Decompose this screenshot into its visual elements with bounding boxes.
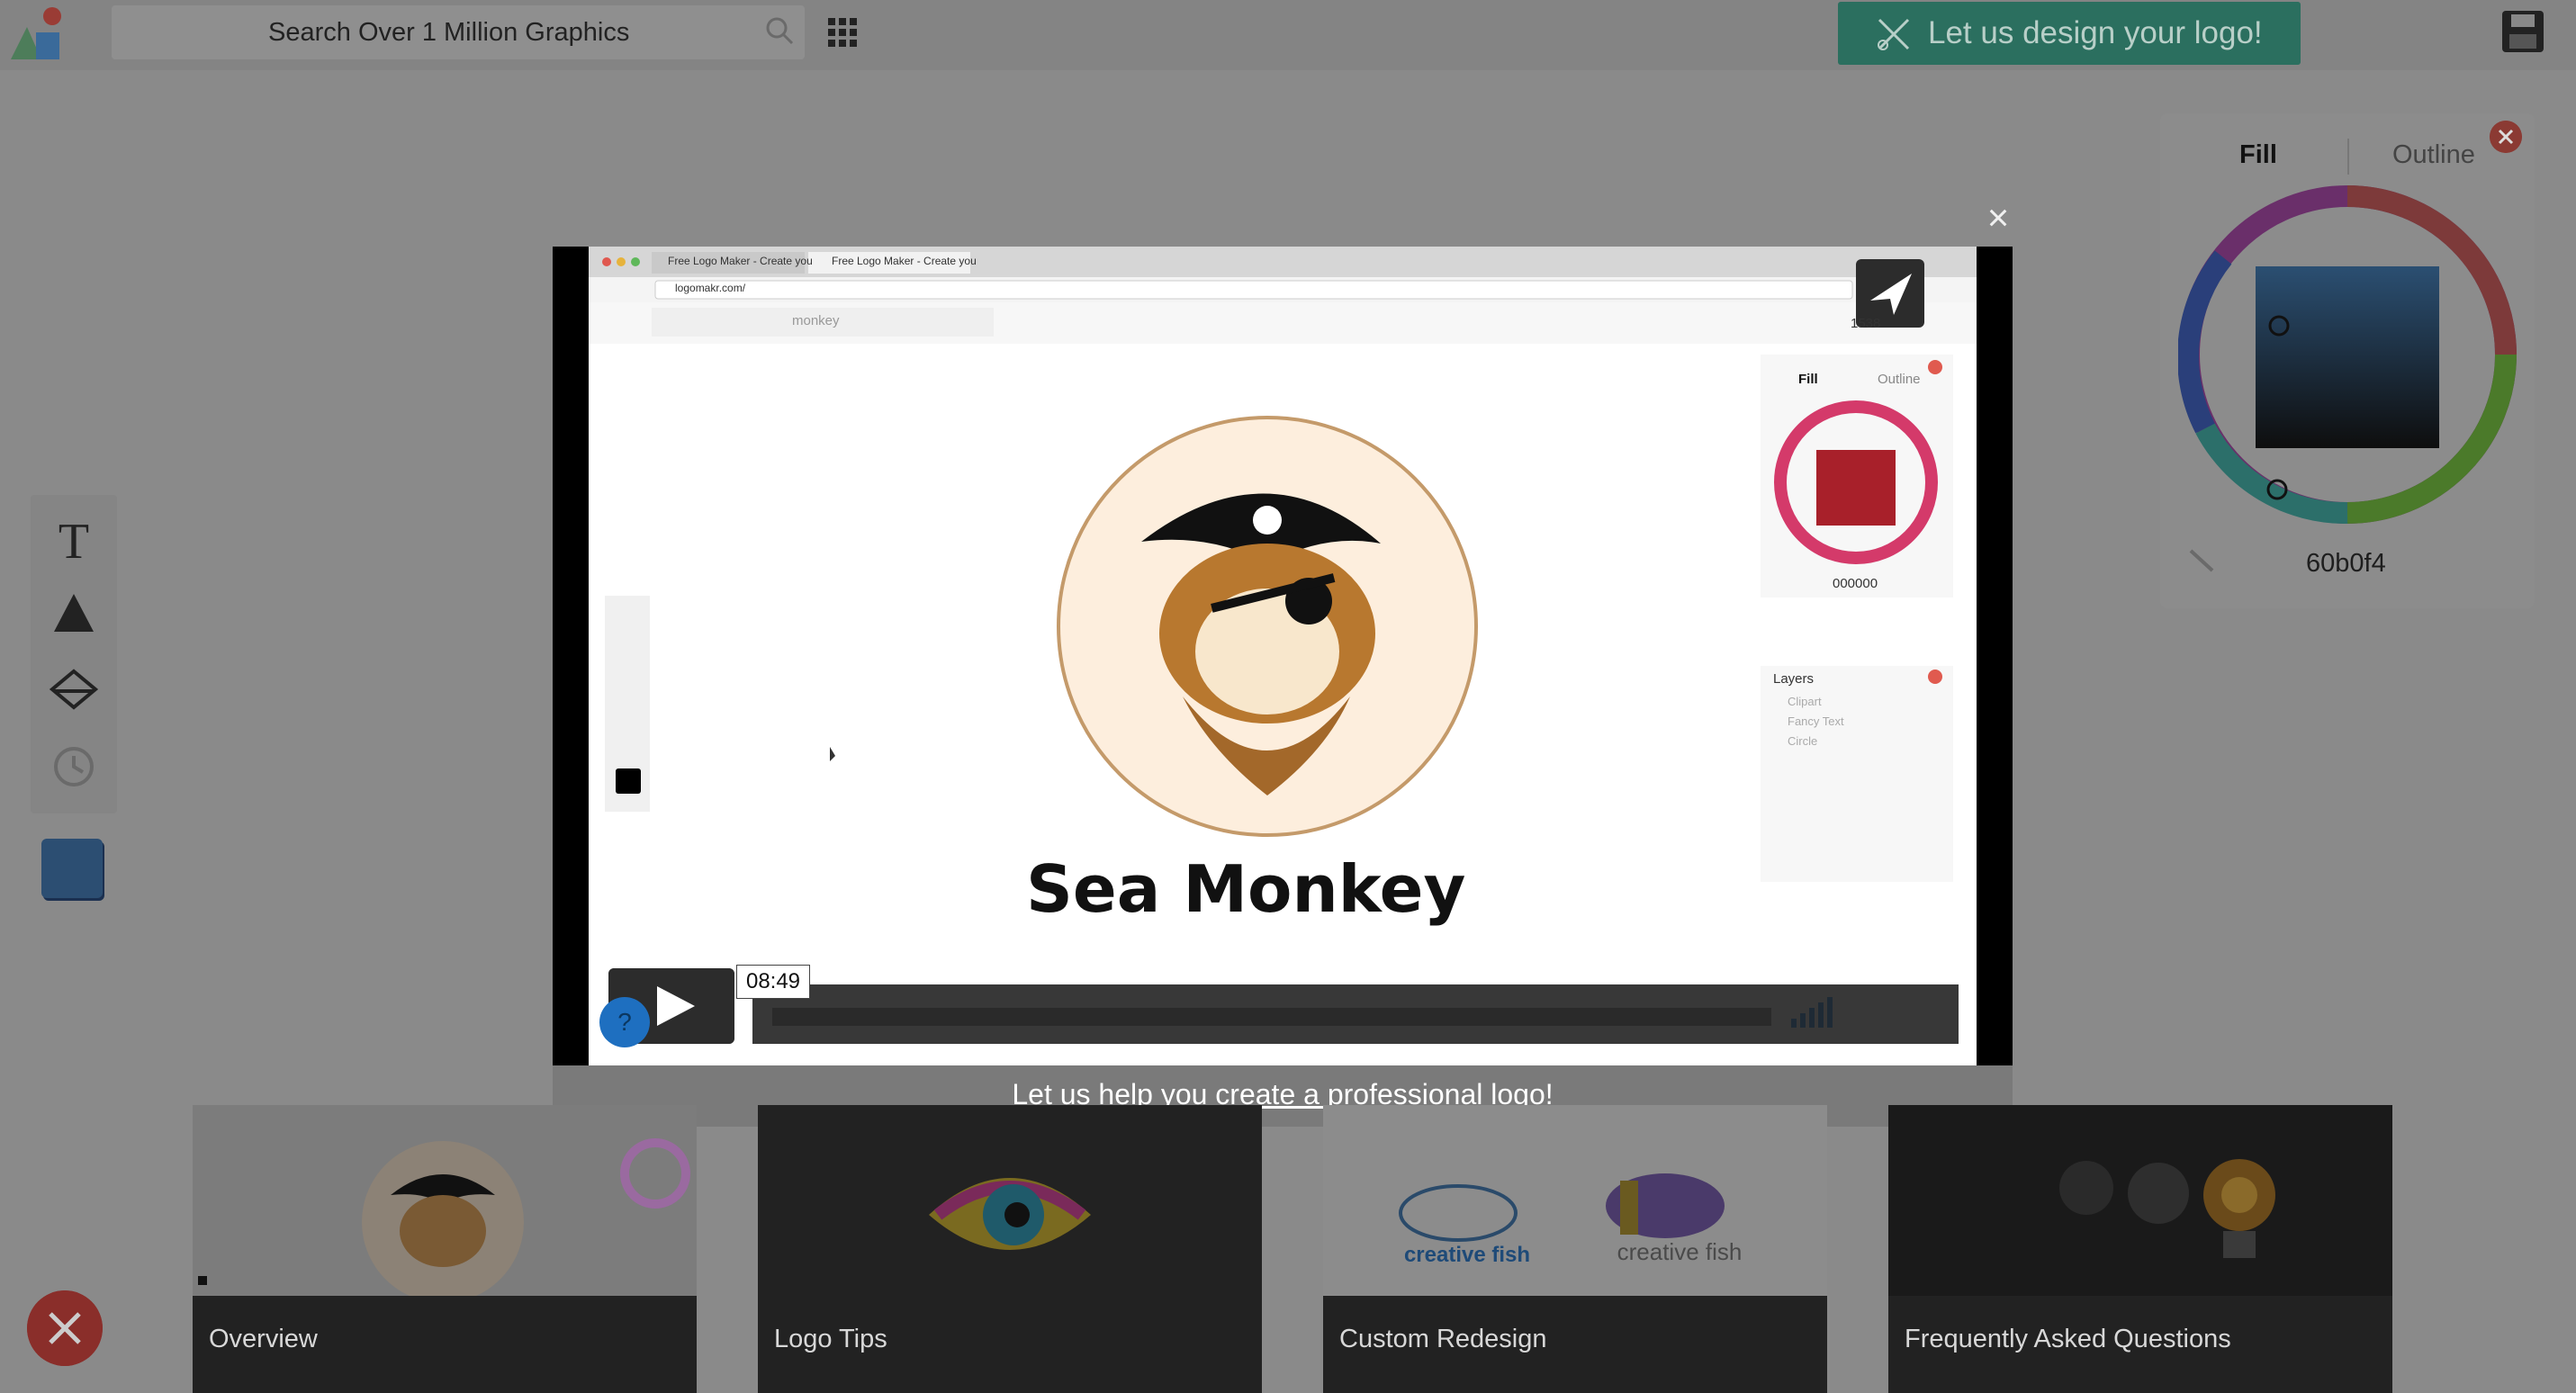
inner-hex: 000000 <box>1833 576 1878 591</box>
card-label: Frequently Asked Questions <box>1905 1325 2231 1353</box>
text-tool[interactable]: T <box>31 504 117 576</box>
eraser-tool-icon <box>49 669 99 710</box>
card-label: Overview <box>209 1325 318 1353</box>
search-input[interactable]: Search Over 1 Million Graphics <box>112 5 805 59</box>
grid-icon[interactable] <box>826 16 859 49</box>
logomakr-logo-icon[interactable] <box>9 5 81 63</box>
exit-close-icon[interactable] <box>27 1290 103 1366</box>
inner-layer-3: Circle <box>1788 734 1818 748</box>
card-faq[interactable]: Frequently Asked Questions <box>1888 1105 2392 1393</box>
overview-thumbnail <box>193 1105 697 1296</box>
search-icon[interactable] <box>763 14 796 47</box>
pencil-icon[interactable] <box>2187 545 2218 576</box>
color-wheel[interactable] <box>2178 185 2517 524</box>
video-content <box>589 247 1977 1028</box>
inner-search-value: monkey <box>792 313 840 328</box>
video-time: 08:49 <box>736 965 810 999</box>
faq-thumbnail <box>1888 1105 2392 1296</box>
color-swatch[interactable] <box>41 839 103 898</box>
inner-tab-1: Free Logo Maker - Create you <box>668 255 813 267</box>
inner-fill-tab: Fill <box>1798 372 1818 387</box>
tab-divider <box>2347 139 2349 175</box>
help-icon[interactable]: ? <box>599 997 650 1047</box>
scissors-icon <box>1878 18 1910 50</box>
hex-value[interactable]: 60b0f4 <box>2306 549 2386 579</box>
custom-redesign-thumbnail: creative fish creative fish <box>1323 1105 1827 1296</box>
creative-fish-text-2: creative fish <box>1617 1238 1743 1265</box>
card-logo-tips[interactable]: Logo Tips <box>758 1105 1262 1393</box>
creative-fish-text-1: creative fish <box>1404 1243 1530 1267</box>
tool-palette: T <box>31 495 117 813</box>
shape-tool-icon <box>54 594 94 632</box>
inner-url: logomakr.com/ <box>675 282 746 294</box>
close-icon[interactable] <box>2490 121 2522 153</box>
card-overview[interactable]: Overview <box>193 1105 697 1393</box>
card-label: Custom Redesign <box>1339 1325 1547 1353</box>
tab-fill[interactable]: Fill <box>2239 140 2277 170</box>
tab-outline[interactable]: Outline <box>2392 140 2475 170</box>
shape-tool[interactable] <box>31 578 117 650</box>
svg-text:T: T <box>59 514 89 570</box>
history-tool[interactable] <box>31 731 117 803</box>
inner-logo-text: Sea Monkey <box>1026 851 1466 927</box>
card-label: Logo Tips <box>774 1325 887 1353</box>
eraser-tool[interactable] <box>31 653 117 725</box>
video-progress-track[interactable] <box>772 1008 1771 1026</box>
save-icon[interactable] <box>2500 9 2545 54</box>
card-custom-redesign[interactable]: creative fish creative fish Custom Redes… <box>1323 1105 1827 1393</box>
search-placeholder: Search Over 1 Million Graphics <box>268 18 630 47</box>
inner-layer-1: Clipart <box>1788 695 1822 708</box>
logo-tips-thumbnail <box>758 1105 1262 1296</box>
inner-outline-tab: Outline <box>1878 372 1921 387</box>
inner-count: 1538 <box>1851 316 1881 331</box>
inner-tab-2: Free Logo Maker - Create you <box>832 255 977 267</box>
video-frame <box>589 247 1977 1065</box>
text-tool-icon: T <box>59 514 89 570</box>
history-icon <box>54 747 94 786</box>
inner-layers-title: Layers <box>1773 671 1815 687</box>
design-logo-label: Let us design your logo! <box>1928 15 2263 50</box>
inner-layer-2: Fancy Text <box>1788 714 1844 728</box>
modal-close-icon[interactable]: × <box>1980 199 2016 237</box>
design-logo-button[interactable]: Let us design your logo! <box>1838 2 2301 65</box>
